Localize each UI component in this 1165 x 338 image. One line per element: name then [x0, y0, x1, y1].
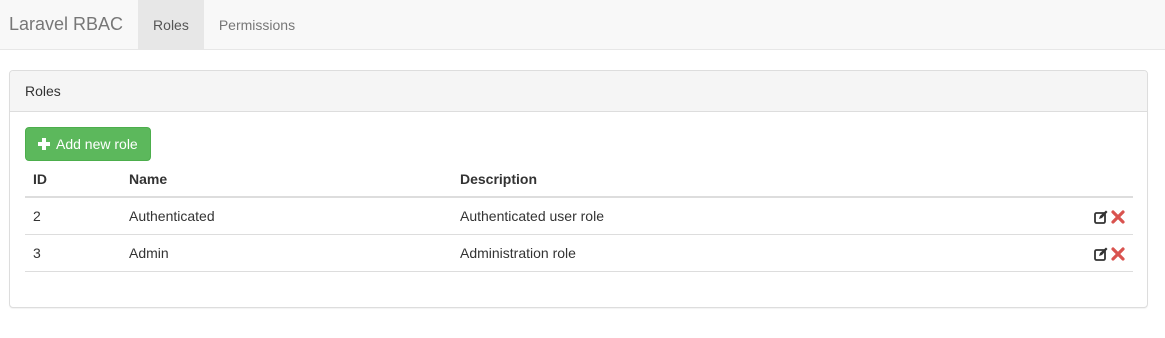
nav-item-permissions[interactable]: Permissions: [204, 0, 310, 49]
plus-icon: [38, 138, 50, 150]
table-row: 3 Admin Administration role: [25, 234, 1133, 272]
header-name: Name: [121, 161, 452, 198]
panel-title: Roles: [10, 71, 1147, 112]
add-new-role-button[interactable]: Add new role: [25, 127, 151, 161]
header-actions: [1073, 161, 1133, 198]
delete-icon[interactable]: [1111, 247, 1125, 261]
table-row: 2 Authenticated Authenticated user role: [25, 197, 1133, 235]
cell-name: Authenticated: [121, 197, 452, 235]
header-id: ID: [25, 161, 121, 198]
edit-icon[interactable]: [1094, 247, 1108, 261]
roles-panel: Roles Add new role ID Name Description 2…: [9, 70, 1148, 308]
cell-id: 3: [25, 234, 121, 272]
edit-icon[interactable]: [1094, 210, 1108, 224]
navbar-brand[interactable]: Laravel RBAC: [0, 0, 138, 49]
roles-table: ID Name Description 2 Authenticated Auth…: [25, 161, 1133, 272]
table-header-row: ID Name Description: [25, 161, 1133, 198]
header-description: Description: [452, 161, 1073, 198]
cell-name: Admin: [121, 234, 452, 272]
cell-description: Authenticated user role: [452, 197, 1073, 235]
cell-actions: [1073, 197, 1133, 235]
delete-icon[interactable]: [1111, 210, 1125, 224]
cell-actions: [1073, 234, 1133, 272]
cell-description: Administration role: [452, 234, 1073, 272]
cell-id: 2: [25, 197, 121, 235]
nav-item-roles[interactable]: Roles: [138, 0, 204, 49]
panel-body: Add new role ID Name Description 2 Authe…: [10, 112, 1147, 287]
navbar: Laravel RBAC Roles Permissions: [0, 0, 1165, 50]
add-new-role-label: Add new role: [56, 136, 138, 152]
